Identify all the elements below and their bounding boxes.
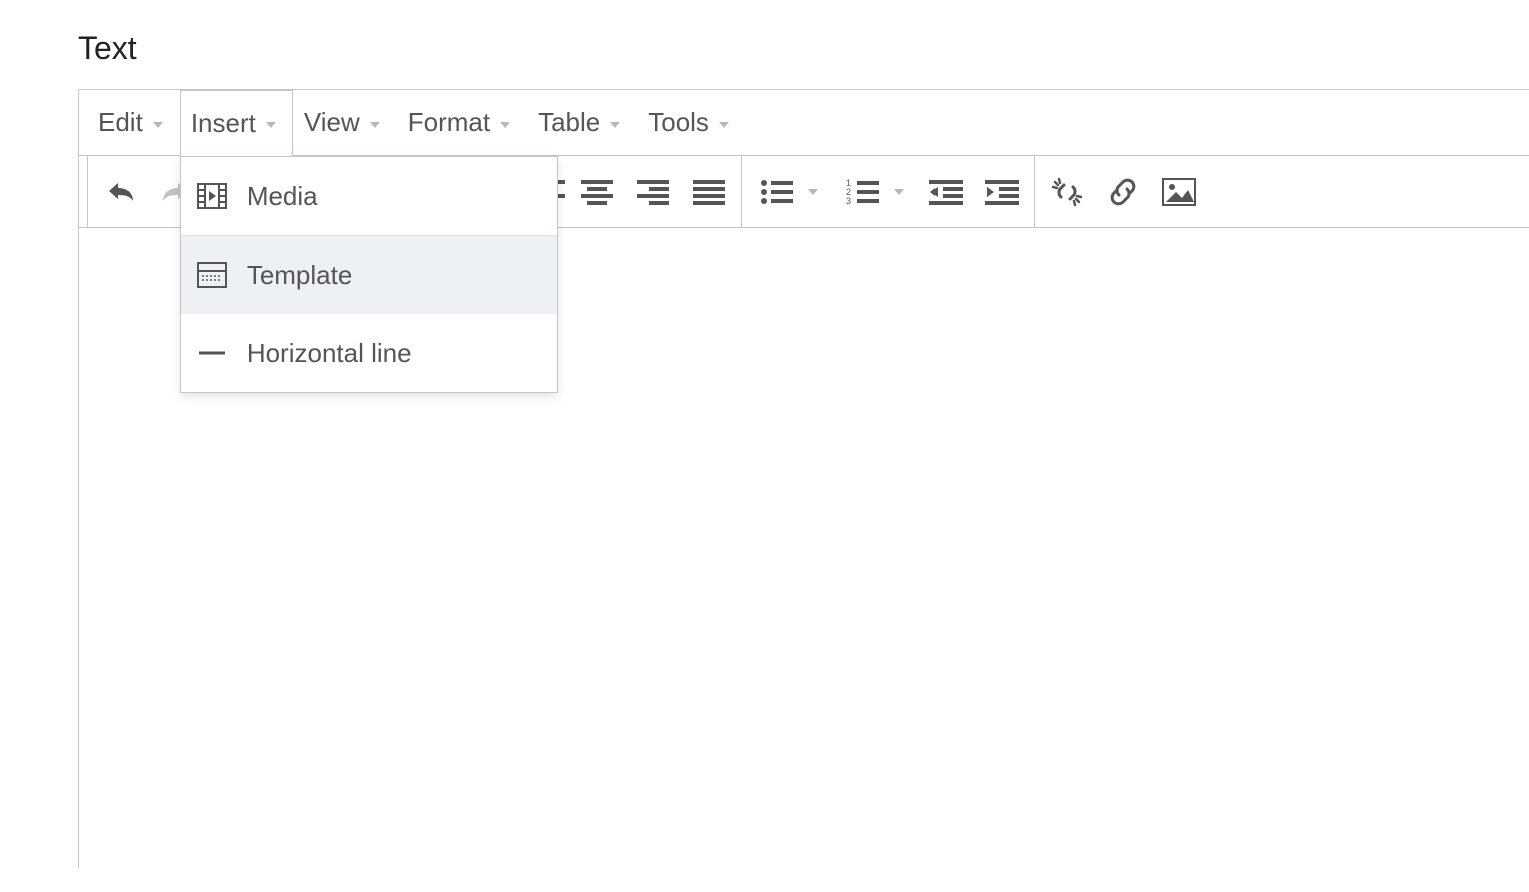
chevron-down-icon [894, 189, 904, 195]
menu-table[interactable]: Table [527, 90, 637, 155]
number-list-icon: 1 2 3 [846, 178, 880, 206]
chevron-down-icon [500, 122, 510, 128]
insert-template[interactable]: Template [181, 236, 557, 314]
align-justify-button[interactable] [681, 156, 737, 227]
page-title: Text [78, 30, 1529, 67]
toolbar-separator [87, 156, 88, 227]
dropdown-item-label: Template [247, 260, 353, 291]
insert-horizontal-line[interactable]: Horizontal line [181, 314, 557, 392]
svg-text:3: 3 [846, 196, 851, 206]
link-button[interactable] [1095, 156, 1151, 227]
indent-icon [985, 178, 1019, 206]
menubar: Edit Insert [79, 90, 1529, 156]
bullet-list-icon [760, 178, 794, 206]
menu-edit[interactable]: Edit [87, 90, 180, 155]
menu-tools[interactable]: Tools [637, 90, 746, 155]
chevron-down-icon [610, 122, 620, 128]
media-icon [197, 183, 227, 209]
align-center-button[interactable] [569, 156, 625, 227]
menu-insert[interactable]: Insert [180, 90, 293, 156]
number-list-button[interactable]: 1 2 3 [832, 156, 918, 227]
chevron-down-icon [808, 189, 818, 195]
undo-icon [103, 177, 137, 207]
unlink-button[interactable] [1039, 156, 1095, 227]
unlink-icon [1050, 176, 1084, 208]
editor: Edit Insert [78, 89, 1529, 868]
dropdown-item-label: Media [247, 181, 318, 212]
insert-media[interactable]: Media [181, 157, 557, 235]
menu-label: View [304, 107, 360, 138]
menu-format[interactable]: Format [397, 90, 527, 155]
insert-dropdown: Media Template [180, 156, 558, 393]
horizontal-line-icon [197, 340, 227, 366]
menu-label: Format [408, 107, 490, 138]
dropdown-item-label: Horizontal line [247, 338, 412, 369]
undo-button[interactable] [92, 156, 148, 227]
outdent-icon [929, 178, 963, 206]
chevron-down-icon [266, 122, 276, 128]
align-right-icon [637, 178, 669, 206]
toolbar-separator [1034, 156, 1035, 227]
indent-button[interactable] [974, 156, 1030, 227]
link-icon [1106, 176, 1140, 208]
menu-view[interactable]: View [293, 90, 397, 155]
image-icon [1162, 178, 1196, 206]
chevron-down-icon [719, 122, 729, 128]
toolbar-separator [741, 156, 742, 227]
chevron-down-icon [153, 122, 163, 128]
chevron-down-icon [370, 122, 380, 128]
menu-label: Edit [98, 107, 143, 138]
template-icon [197, 262, 227, 288]
image-button[interactable] [1151, 156, 1207, 227]
menu-label: Tools [648, 107, 709, 138]
align-justify-icon [693, 178, 725, 206]
align-center-icon [581, 178, 613, 206]
menu-label: Insert [191, 108, 256, 139]
outdent-button[interactable] [918, 156, 974, 227]
align-right-button[interactable] [625, 156, 681, 227]
menu-label: Table [538, 107, 600, 138]
bullet-list-button[interactable] [746, 156, 832, 227]
